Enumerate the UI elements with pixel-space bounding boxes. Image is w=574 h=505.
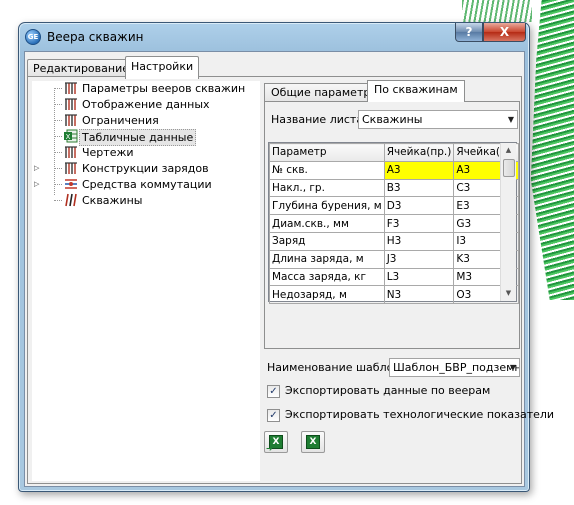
export-tech-checkbox[interactable]: ✓ <box>267 409 280 422</box>
tab-settings[interactable]: Настройки <box>125 56 200 79</box>
background-3d-model-top <box>462 0 532 22</box>
table-row[interactable]: Диам.скв., мм F3 G3 <box>269 214 520 233</box>
tree-connector <box>54 184 62 185</box>
window-title: Веера скважин <box>47 30 144 44</box>
cell-parameter[interactable]: Накл., гр. <box>269 178 385 198</box>
cells-grid[interactable]: Параметр Ячейка(пр.) Ячейка(ф.) № скв. A3… <box>268 142 520 305</box>
cell-plan[interactable]: D3 <box>383 196 455 216</box>
sheet-name-label: Название листа <box>271 113 364 126</box>
table-row[interactable]: Длина заряда, м J3 K3 <box>269 249 520 269</box>
table-row[interactable]: Глубина бурения, м D3 E3 <box>269 196 520 216</box>
fan-wells-icon <box>64 81 78 95</box>
table-row[interactable]: Недозаряд, м N3 O3 <box>269 285 520 305</box>
title-bar[interactable]: GE Веера скважин ? X <box>19 23 529 51</box>
dialog-client-area: Редактирование Настройки Параметры вееро… <box>24 51 554 487</box>
wells-icon <box>64 193 78 207</box>
export-fans-checkbox[interactable]: ✓ <box>267 385 280 398</box>
settings-tree[interactable]: Параметры вееров скважин Отображение данн… <box>32 81 260 481</box>
grid-scrollbar[interactable]: ▲ ▼ <box>500 143 516 301</box>
tree-connector <box>54 136 62 137</box>
export-fans-label: Экспортировать данные по веерам <box>285 384 491 397</box>
fan-wells-icon <box>64 113 78 127</box>
tree-item-label: Ограничения <box>82 114 159 127</box>
tree-item[interactable]: Ограничения <box>32 113 258 128</box>
arrow-icon: ➜ <box>266 444 273 453</box>
tree-item-label: Скважины <box>82 194 143 207</box>
cell-parameter[interactable]: Диам.скв., мм <box>269 214 385 233</box>
cell-plan[interactable]: L3 <box>383 267 455 287</box>
tree-item-label: Табличные данные <box>79 129 197 146</box>
tree-connector <box>54 168 62 169</box>
table-row[interactable]: № скв. A3 A3 <box>269 160 520 180</box>
scroll-down-icon[interactable]: ▼ <box>501 286 516 301</box>
cell-parameter[interactable]: № скв. <box>269 160 385 180</box>
tree-connector <box>54 120 62 121</box>
svg-text:X: X <box>66 133 71 141</box>
cells-table: Параметр Ячейка(пр.) Ячейка(ф.) № скв. A3… <box>269 143 520 305</box>
tree-connector <box>54 200 62 201</box>
tree-item[interactable]: X Табличные данные <box>32 129 258 146</box>
tree-item[interactable]: Чертежи <box>32 145 258 160</box>
sheet-name-value: Скважины <box>362 113 423 126</box>
template-value: Шаблон_БВР_подземн <box>393 361 520 374</box>
template-select[interactable]: Шаблон_БВР_подземн ▼ <box>389 358 520 377</box>
help-button[interactable]: ? <box>455 23 483 42</box>
tree-item-label: Чертежи <box>82 146 134 159</box>
sheet-name-select[interactable]: Скважины ▼ <box>358 110 518 129</box>
fan-wells-dialog: GE Веера скважин ? X Редактирование Наст… <box>18 22 554 492</box>
tree-connector <box>54 104 62 105</box>
column-header-parameter[interactable]: Параметр <box>269 143 385 162</box>
fan-wells-icon <box>64 145 78 159</box>
cell-plan[interactable]: N3 <box>383 285 455 305</box>
column-header-cell-plan[interactable]: Ячейка(пр.) <box>383 143 455 162</box>
tree-item[interactable]: Отображение данных <box>32 97 258 112</box>
by-wells-panel: Название листа Скважины ▼ Параметр Ячейк <box>264 101 520 349</box>
commutation-icon <box>64 177 78 191</box>
cell-parameter[interactable]: Недозаряд, м <box>269 285 385 305</box>
tree-item-label: Средства коммутации <box>82 178 212 191</box>
expand-icon[interactable]: ▷ <box>34 180 42 188</box>
cell-plan[interactable]: J3 <box>383 249 455 269</box>
fan-wells-icon <box>64 161 78 175</box>
tree-item-label: Отображение данных <box>82 98 210 111</box>
tree-item[interactable]: Параметры вееров скважин <box>32 81 258 96</box>
excel-open-button[interactable]: X <box>301 431 325 453</box>
cell-parameter[interactable]: Глубина бурения, м <box>269 196 385 216</box>
scroll-up-icon[interactable]: ▲ <box>501 143 516 158</box>
tab-by-wells[interactable]: По скважинам <box>367 80 465 102</box>
tree-item-label: Конструкции зарядов <box>82 162 209 175</box>
chevron-down-icon: ▼ <box>507 115 514 124</box>
table-row[interactable]: Заряд H3 I3 <box>269 231 520 251</box>
excel-icon: X <box>64 129 78 143</box>
cell-plan[interactable]: B3 <box>383 178 455 198</box>
tree-connector <box>54 88 62 89</box>
template-name-label: Наименование шаблона <box>267 361 408 374</box>
tree-item[interactable]: Скважины <box>32 193 258 208</box>
cell-plan[interactable]: H3 <box>383 231 455 251</box>
settings-panel: Параметры вееров скважин Отображение данн… <box>27 76 554 484</box>
table-row[interactable]: Накл., гр. B3 C3 <box>269 178 520 198</box>
cell-parameter[interactable]: Масса заряда, кг <box>269 267 385 287</box>
tree-item-label: Параметры вееров скважин <box>82 82 246 95</box>
expand-icon[interactable]: ▷ <box>34 164 42 172</box>
chevron-down-icon: ▼ <box>509 363 516 372</box>
tree-item[interactable]: ▷ Конструкции зарядов <box>32 161 258 176</box>
excel-icon: X <box>306 435 320 449</box>
cell-parameter[interactable]: Длина заряда, м <box>269 249 385 269</box>
cell-parameter[interactable]: Заряд <box>269 231 385 251</box>
app-icon: GE <box>25 29 41 45</box>
excel-export-button[interactable]: X ➜ <box>264 431 288 453</box>
tree-item[interactable]: ▷ Средства коммутации <box>32 177 258 192</box>
scroll-thumb[interactable] <box>503 159 515 177</box>
close-button[interactable]: X <box>483 23 526 42</box>
tree-connector <box>54 152 62 153</box>
fan-wells-icon <box>64 97 78 111</box>
export-tech-label: Экспортировать технологические показател… <box>285 408 555 421</box>
grid-header-row: Параметр Ячейка(пр.) Ячейка(ф.) <box>269 143 520 162</box>
cell-plan[interactable]: A3 <box>383 160 455 180</box>
cell-plan[interactable]: F3 <box>383 214 455 233</box>
table-row[interactable]: Масса заряда, кг L3 M3 <box>269 267 520 287</box>
